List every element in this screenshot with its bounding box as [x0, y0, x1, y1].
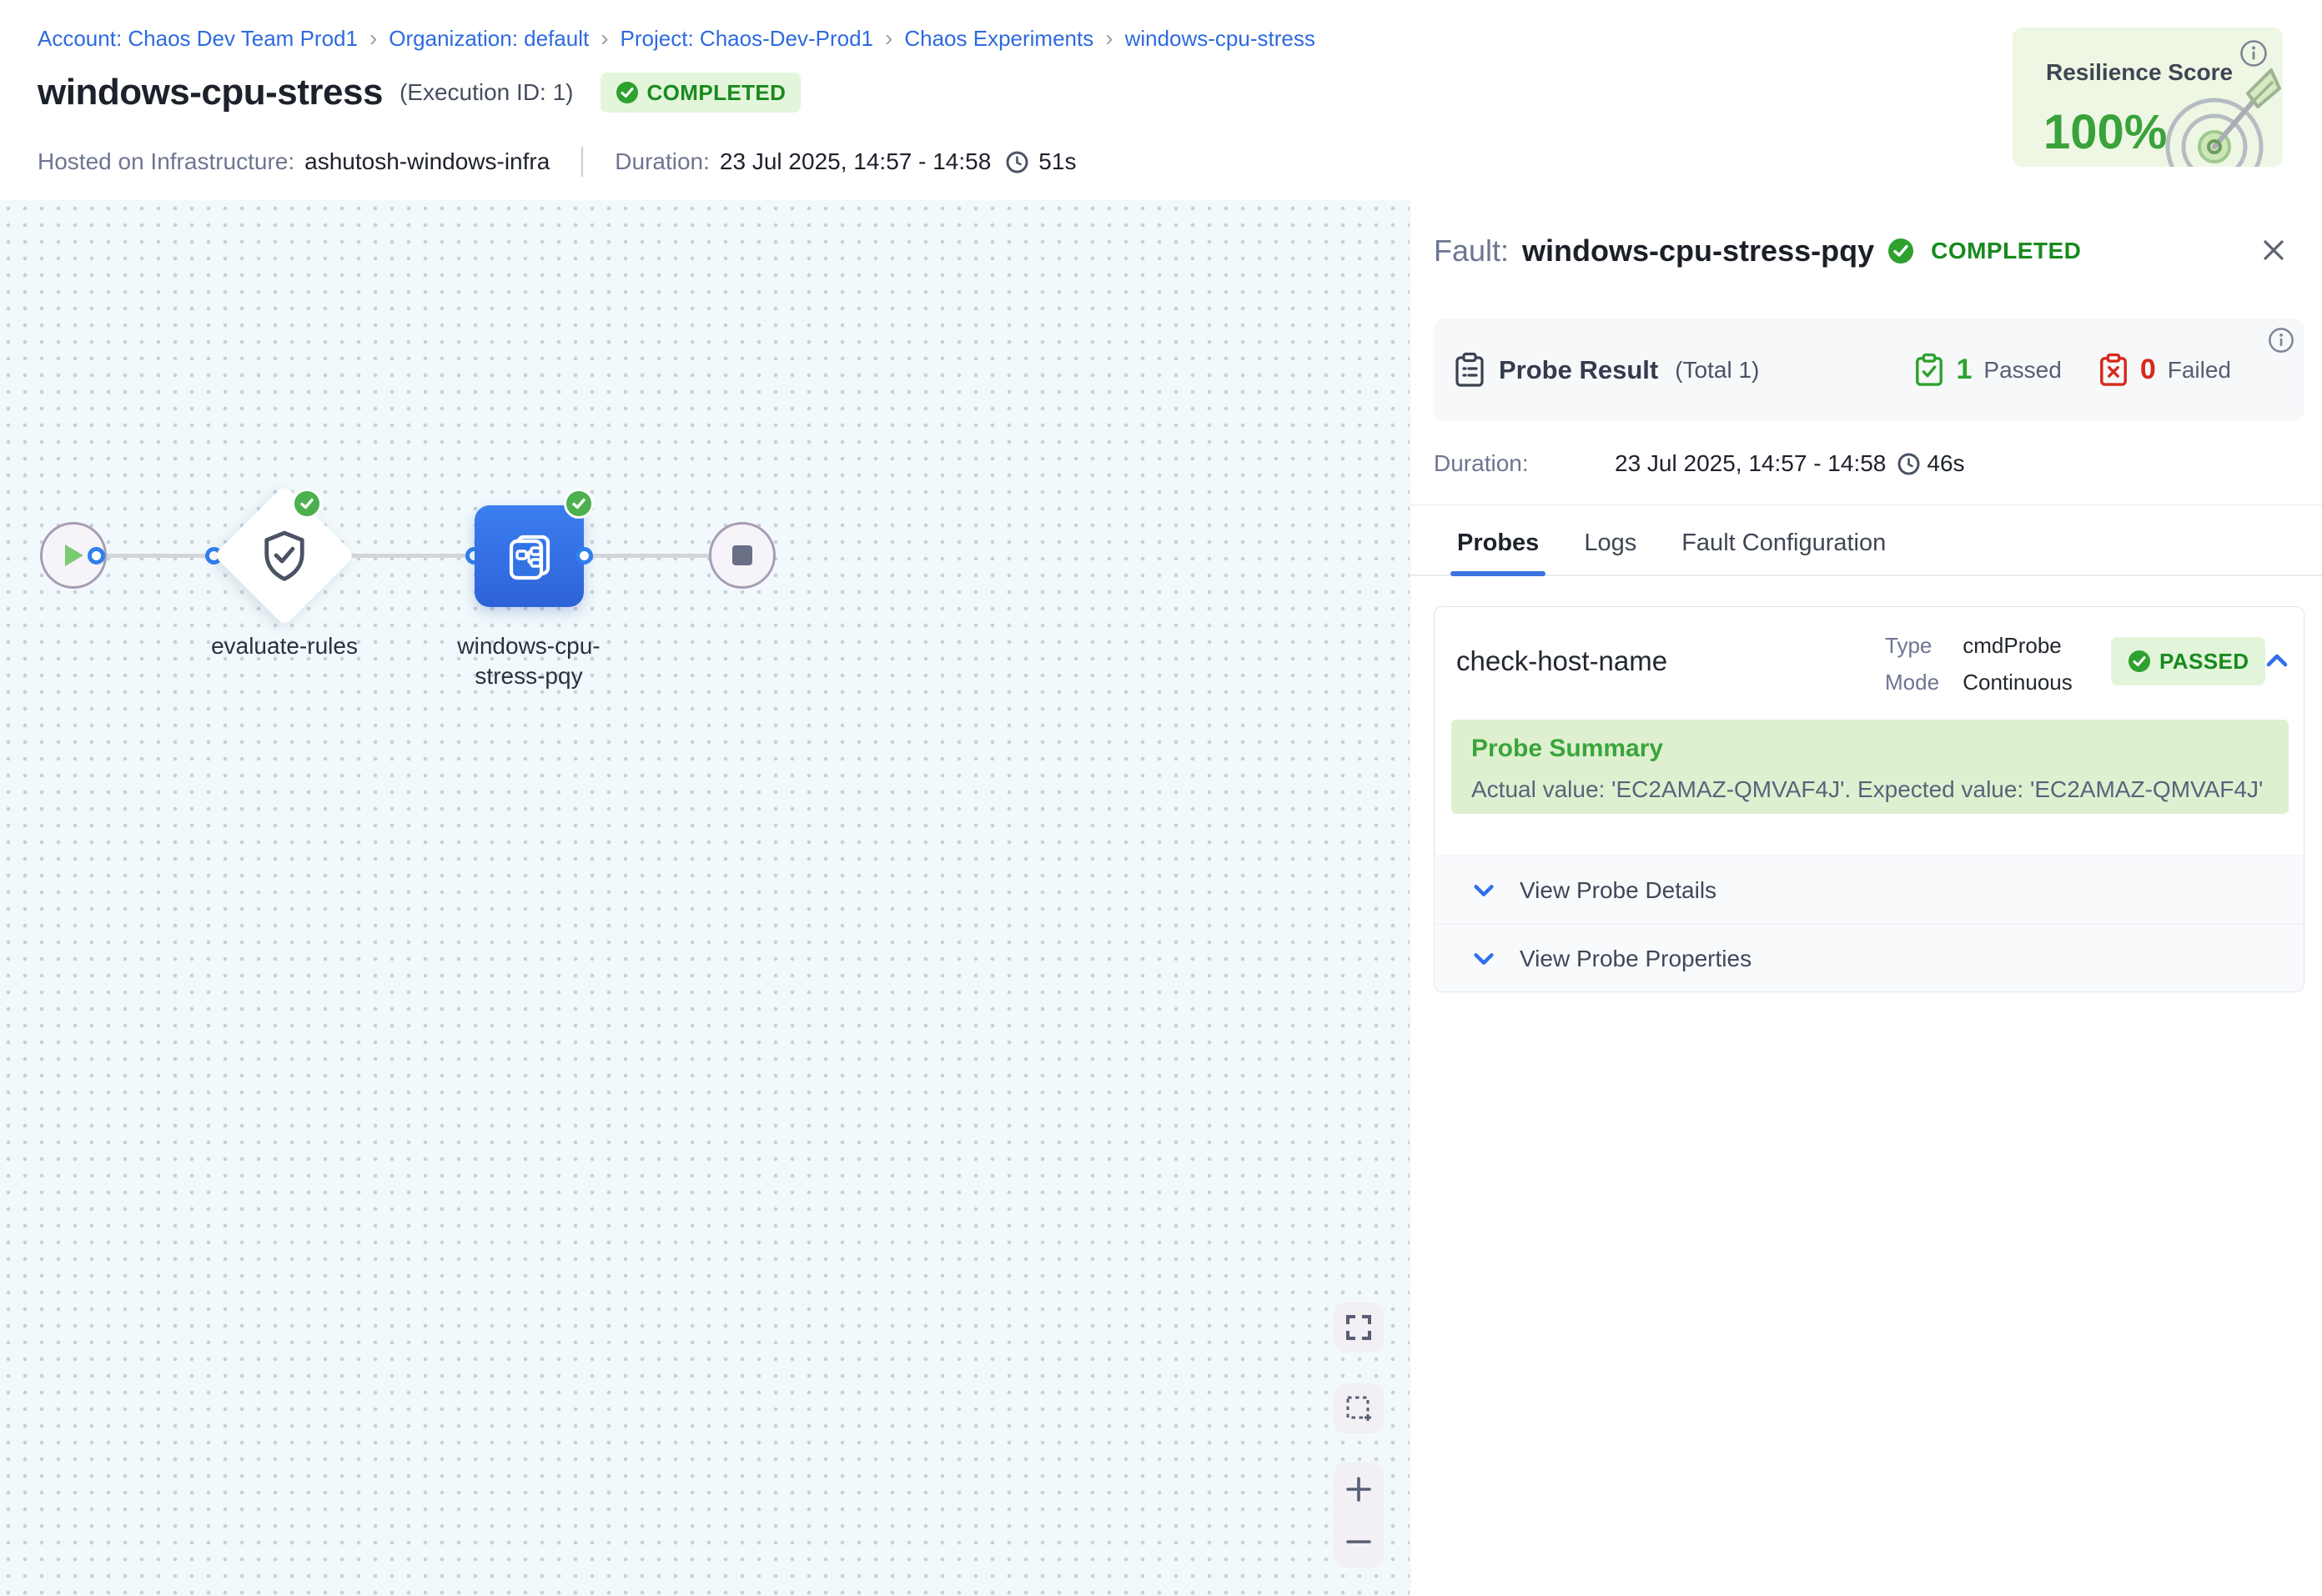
- probe-status-badge: PASSED: [2111, 637, 2265, 685]
- plus-icon: [1344, 1475, 1373, 1503]
- clipboard-icon: [1454, 352, 1485, 389]
- pipeline-canvas[interactable]: evaluate-rules windows-cpu- stress-pqy: [0, 200, 1410, 1596]
- failed-label: Failed: [2168, 357, 2231, 384]
- probe-name: check-host-name: [1456, 645, 1667, 677]
- probe-mode-label: Mode: [1885, 664, 1957, 700]
- chevron-down-icon: [1470, 945, 1498, 973]
- breadcrumb-organization[interactable]: Organization: default: [389, 26, 589, 52]
- zoom-controls: [1334, 1463, 1384, 1568]
- breadcrumb-project[interactable]: Project: Chaos-Dev-Prod1: [621, 26, 873, 52]
- info-icon[interactable]: [2268, 327, 2294, 354]
- status-badge: COMPLETED: [601, 73, 802, 113]
- breadcrumb-current[interactable]: windows-cpu-stress: [1125, 26, 1315, 52]
- probe-result-title: Probe Result: [1499, 355, 1658, 385]
- duration-value: 23 Jul 2025, 14:57 - 14:58: [720, 148, 991, 175]
- duration-elapsed: 51s: [1038, 148, 1076, 175]
- pipeline-end-node[interactable]: [709, 522, 776, 589]
- probe-card-check-host-name: check-host-name Type cmdProbe Mode Conti…: [1434, 606, 2304, 992]
- check-circle-icon: [616, 81, 639, 104]
- tab-probes[interactable]: Probes: [1457, 512, 1539, 575]
- probe-result-card: Probe Result (Total 1) 1 Passed 0 Failed: [1434, 319, 2304, 421]
- node-windows-cpu-stress-pqy[interactable]: [475, 505, 584, 607]
- passed-label: Passed: [1983, 357, 2061, 384]
- breadcrumb-separator-icon: ›: [885, 25, 892, 52]
- resilience-score-card: Resilience Score 100%: [2013, 28, 2283, 167]
- fullscreen-button[interactable]: [1334, 1302, 1384, 1353]
- probe-type-label: Type: [1885, 627, 1957, 664]
- execution-meta: Hosted on Infrastructure: ashutosh-windo…: [38, 147, 1076, 177]
- chevron-up-icon[interactable]: [2262, 645, 2292, 675]
- failed-clipboard-icon: [2098, 353, 2128, 388]
- breadcrumb: Account: Chaos Dev Team Prod1 › Organiza…: [38, 25, 1315, 52]
- divider: [581, 147, 583, 177]
- chaos-experiment-execution-page: Account: Chaos Dev Team Prod1 › Organiza…: [0, 0, 2322, 1596]
- view-probe-properties-label: View Probe Properties: [1520, 946, 1752, 972]
- zoom-in-button[interactable]: [1334, 1463, 1384, 1515]
- fault-duration-label: Duration:: [1434, 450, 1615, 477]
- chevron-down-icon: [1470, 876, 1498, 905]
- view-probe-details-label: View Probe Details: [1520, 877, 1716, 904]
- play-icon: [61, 542, 86, 569]
- divider: [1410, 504, 2322, 505]
- connector-dot: [575, 547, 593, 565]
- hosted-value: ashutosh-windows-infra: [304, 148, 550, 175]
- probe-mode-value: Continuous: [1963, 670, 2073, 695]
- fault-duration-value: 23 Jul 2025, 14:57 - 14:58: [1615, 450, 1886, 477]
- marquee-select-button[interactable]: [1334, 1383, 1384, 1433]
- clock-icon: [1897, 453, 1920, 475]
- passed-clipboard-icon: [1914, 353, 1944, 388]
- tab-fault-configuration[interactable]: Fault Configuration: [1681, 512, 1886, 575]
- stop-icon: [732, 545, 752, 565]
- zoom-out-button[interactable]: [1334, 1515, 1384, 1568]
- passed-count: 1: [1956, 354, 1972, 386]
- view-probe-details-row[interactable]: View Probe Details: [1435, 856, 2304, 924]
- node-label-fault-line1: windows-cpu-: [457, 633, 600, 660]
- breadcrumb-account[interactable]: Account: Chaos Dev Team Prod1: [38, 26, 358, 52]
- probe-result-total: (Total 1): [1675, 357, 1759, 384]
- tab-logs[interactable]: Logs: [1584, 512, 1636, 575]
- breadcrumb-chaos-experiments[interactable]: Chaos Experiments: [904, 26, 1093, 52]
- connector-dot: [88, 547, 105, 565]
- node-label-evaluate-rules: evaluate-rules: [211, 633, 358, 660]
- status-badge-label: COMPLETED: [647, 80, 787, 106]
- probe-summary-text: Actual value: 'EC2AMAZ-QMVAF4J'. Expecte…: [1471, 776, 2269, 803]
- page-title: windows-cpu-stress: [38, 72, 383, 113]
- success-check-badge: [292, 489, 322, 519]
- fullscreen-icon: [1345, 1314, 1372, 1341]
- check-circle-icon: [1887, 238, 1914, 264]
- breadcrumb-separator-icon: ›: [601, 25, 608, 52]
- probe-status-label: PASSED: [2159, 649, 2249, 675]
- failed-count: 0: [2140, 354, 2156, 386]
- fault-label: Fault:: [1434, 233, 1509, 269]
- execution-id: (Execution ID: 1): [400, 79, 574, 106]
- target-arrow-illustration: [2131, 63, 2281, 167]
- clock-icon: [1006, 151, 1028, 173]
- fault-name: windows-cpu-stress-pqy: [1522, 233, 1874, 269]
- probe-summary-title: Probe Summary: [1471, 735, 2269, 763]
- hosted-label: Hosted on Infrastructure:: [38, 148, 294, 175]
- close-icon[interactable]: [2259, 235, 2289, 265]
- fault-tabs: Probes Logs Fault Configuration: [1410, 512, 2322, 576]
- shield-check-icon: [244, 515, 324, 595]
- fault-status: COMPLETED: [1931, 238, 2081, 264]
- success-check-badge: [564, 489, 594, 519]
- node-label-fault-line2: stress-pqy: [475, 663, 582, 690]
- probe-summary-box: Probe Summary Actual value: 'EC2AMAZ-QMV…: [1451, 720, 2289, 814]
- page-header: Account: Chaos Dev Team Prod1 › Organiza…: [0, 0, 2322, 200]
- minus-icon: [1344, 1528, 1373, 1556]
- pipeline-connector-line: [73, 554, 742, 558]
- breadcrumb-separator-icon: ›: [1105, 25, 1113, 52]
- fault-duration-elapsed: 46s: [1927, 450, 1964, 477]
- duration-label: Duration:: [615, 148, 710, 175]
- fault-details-panel: Fault: windows-cpu-stress-pqy COMPLETED …: [1410, 200, 2322, 1596]
- view-probe-properties-row[interactable]: View Probe Properties: [1435, 924, 2304, 992]
- chaos-fault-icon: [500, 527, 559, 585]
- probe-type-value: cmdProbe: [1963, 633, 2062, 658]
- breadcrumb-separator-icon: ›: [369, 25, 377, 52]
- check-circle-icon: [2128, 650, 2151, 673]
- marquee-selection-icon: [1344, 1394, 1373, 1423]
